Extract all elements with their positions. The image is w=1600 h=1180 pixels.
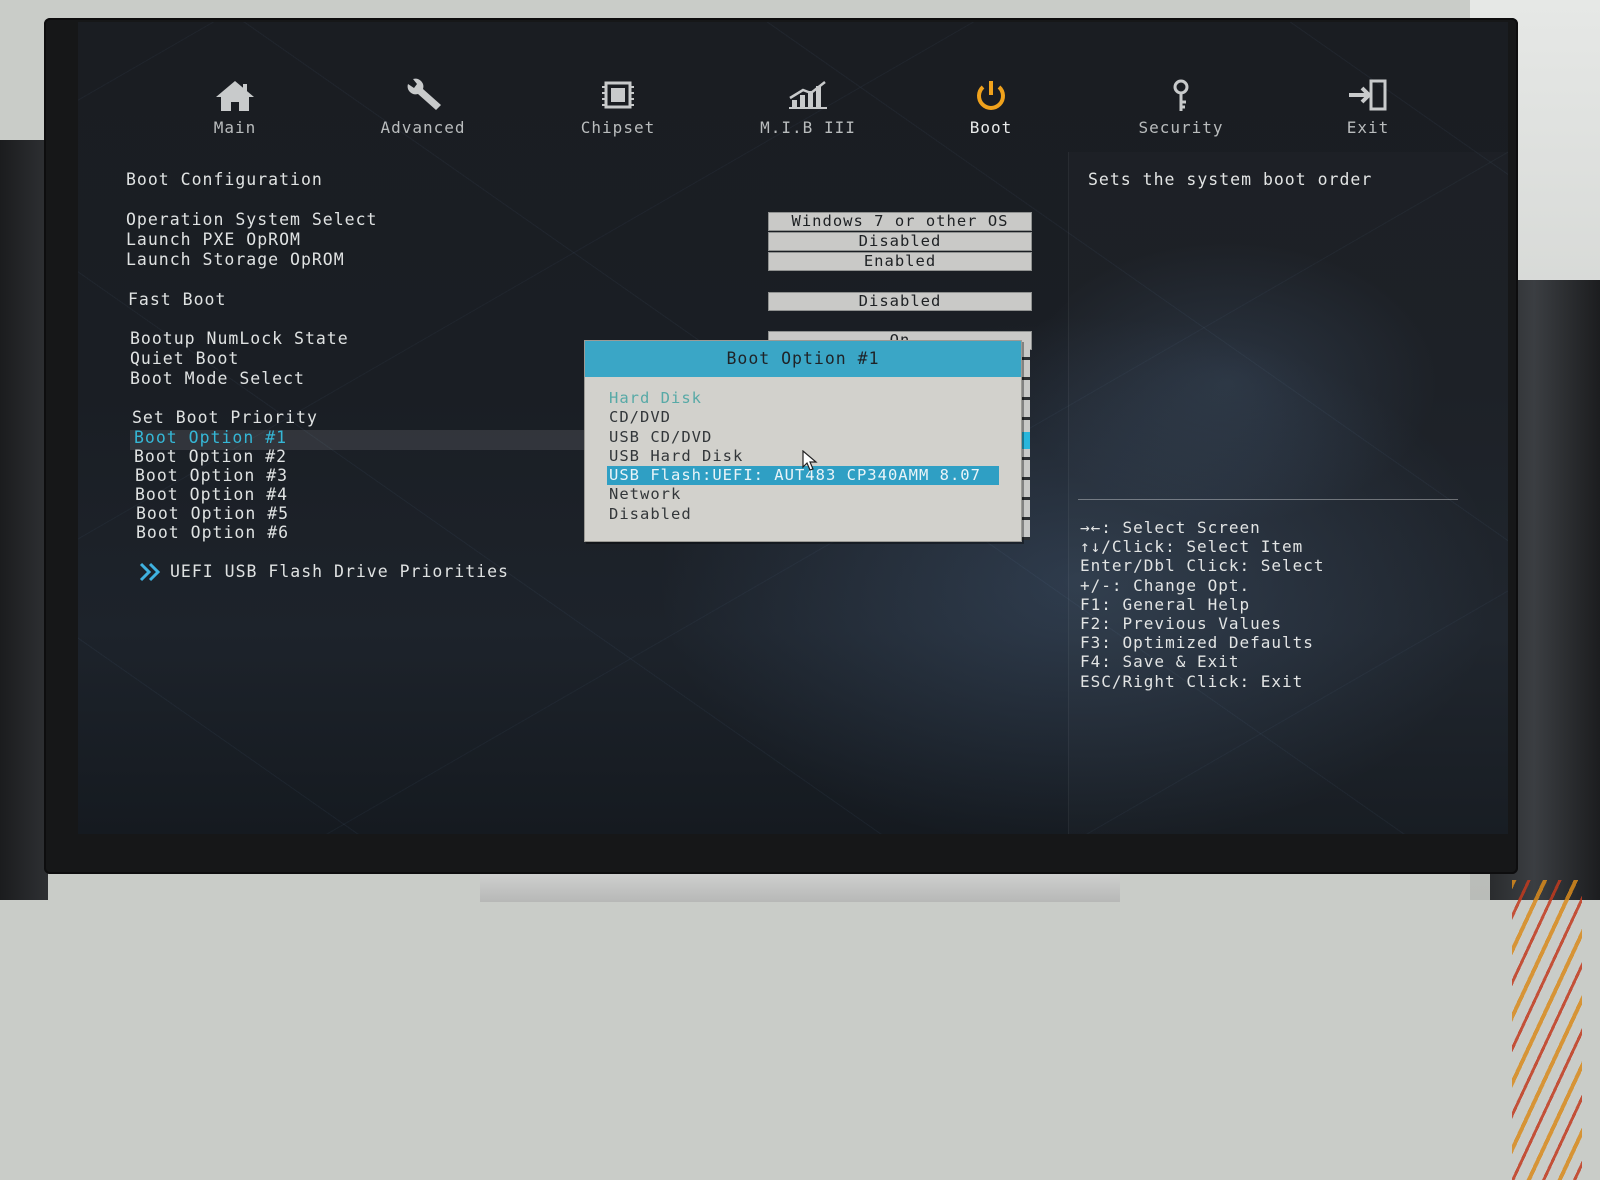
- popup-title: Boot Option #1: [585, 341, 1021, 377]
- tab-chipset[interactable]: Chipset: [543, 78, 693, 137]
- help-line: F1: General Help: [1080, 594, 1251, 614]
- setting-label-os-select[interactable]: Operation System Select: [126, 210, 377, 229]
- pxe-oprom-value[interactable]: Disabled: [768, 232, 1032, 251]
- setting-label-boot-mode[interactable]: Boot Mode Select: [130, 369, 305, 388]
- popup-option-network[interactable]: Network: [607, 485, 999, 504]
- tab-boot[interactable]: Boot: [916, 78, 1066, 137]
- setting-label-storage-oprom[interactable]: Launch Storage OpROM: [126, 250, 345, 269]
- boot-option-popup: Boot Option #1 Hard Disk CD/DVD USB CD/D…: [584, 340, 1022, 542]
- setting-label-fast-boot[interactable]: Fast Boot: [128, 290, 226, 309]
- bios-screen: Main Advanced Chipset M.I.B III Boot Sec…: [78, 22, 1508, 834]
- home-icon: [210, 78, 260, 114]
- tab-label: Security: [1138, 118, 1224, 137]
- chart-icon: [783, 78, 833, 114]
- help-line: →←: Select Screen: [1080, 518, 1261, 537]
- tab-advanced[interactable]: Advanced: [348, 78, 498, 137]
- key-icon: [1156, 78, 1206, 114]
- os-select-value[interactable]: Windows 7 or other OS: [768, 212, 1032, 231]
- boot-option-2[interactable]: Boot Option #2: [134, 447, 287, 466]
- popup-option-cd-dvd[interactable]: CD/DVD: [607, 408, 999, 427]
- help-line: ESC/Right Click: Exit: [1080, 671, 1304, 691]
- help-divider: [1078, 499, 1458, 500]
- help-line: ↑↓/Click: Select Item: [1080, 537, 1304, 557]
- help-line: +/-: Change Opt.: [1080, 575, 1251, 595]
- tab-label: M.I.B III: [760, 118, 856, 137]
- tab-security[interactable]: Security: [1106, 78, 1256, 137]
- help-line: F3: Optimized Defaults: [1080, 633, 1314, 653]
- boot-option-5[interactable]: Boot Option #5: [136, 504, 289, 523]
- key-help-list: →←: Select Screen ↑↓/Click: Select Item …: [1080, 518, 1325, 691]
- uefi-usb-priorities-link[interactable]: UEFI USB Flash Drive Priorities: [170, 562, 509, 581]
- tab-mib[interactable]: M.I.B III: [733, 78, 883, 137]
- mouse-cursor-icon: [802, 449, 820, 472]
- boot-option-3[interactable]: Boot Option #3: [135, 466, 288, 485]
- fast-boot-value[interactable]: Disabled: [768, 292, 1032, 311]
- monitor-bezel: Main Advanced Chipset M.I.B III Boot Sec…: [44, 18, 1518, 874]
- help-line: Enter/Dbl Click: Select: [1080, 556, 1325, 576]
- help-line: F4: Save & Exit: [1080, 652, 1240, 672]
- adjacent-monitor: [0, 140, 48, 900]
- boot-priority-title: Set Boot Priority: [132, 408, 318, 427]
- tab-label: Boot: [969, 118, 1013, 137]
- tab-exit[interactable]: Exit: [1293, 78, 1443, 137]
- tab-label: Chipset: [580, 118, 656, 137]
- tab-label: Exit: [1346, 118, 1390, 137]
- boot-option-6[interactable]: Boot Option #6: [136, 523, 289, 542]
- help-panel: [1068, 152, 1508, 834]
- tab-label: Advanced: [380, 118, 466, 137]
- item-description: Sets the system boot order: [1088, 170, 1373, 189]
- popup-option-usb-cd-dvd[interactable]: USB CD/DVD: [607, 428, 999, 447]
- section-title: Boot Configuration: [126, 170, 323, 189]
- setting-label-numlock[interactable]: Bootup NumLock State: [130, 329, 349, 348]
- wrench-icon: [398, 78, 448, 114]
- setting-label-pxe-oprom[interactable]: Launch PXE OpROM: [126, 230, 301, 249]
- popup-option-disabled[interactable]: Disabled: [607, 505, 999, 524]
- cables: [1512, 880, 1582, 1180]
- tab-bar: Main Advanced Chipset M.I.B III Boot Sec…: [78, 78, 1508, 148]
- tab-main[interactable]: Main: [160, 78, 310, 137]
- tab-label: Main: [213, 118, 257, 137]
- setting-label-quiet-boot[interactable]: Quiet Boot: [130, 349, 239, 368]
- boot-option-1[interactable]: Boot Option #1: [134, 428, 287, 447]
- exit-icon: [1343, 78, 1393, 114]
- chip-icon: [593, 78, 643, 114]
- help-line: F2: Previous Values: [1080, 613, 1283, 633]
- boot-option-4[interactable]: Boot Option #4: [135, 485, 288, 504]
- double-chevron-right-icon: [138, 562, 164, 582]
- power-icon: [966, 78, 1016, 114]
- popup-option-hard-disk[interactable]: Hard Disk: [607, 389, 999, 408]
- storage-oprom-value[interactable]: Enabled: [768, 252, 1032, 271]
